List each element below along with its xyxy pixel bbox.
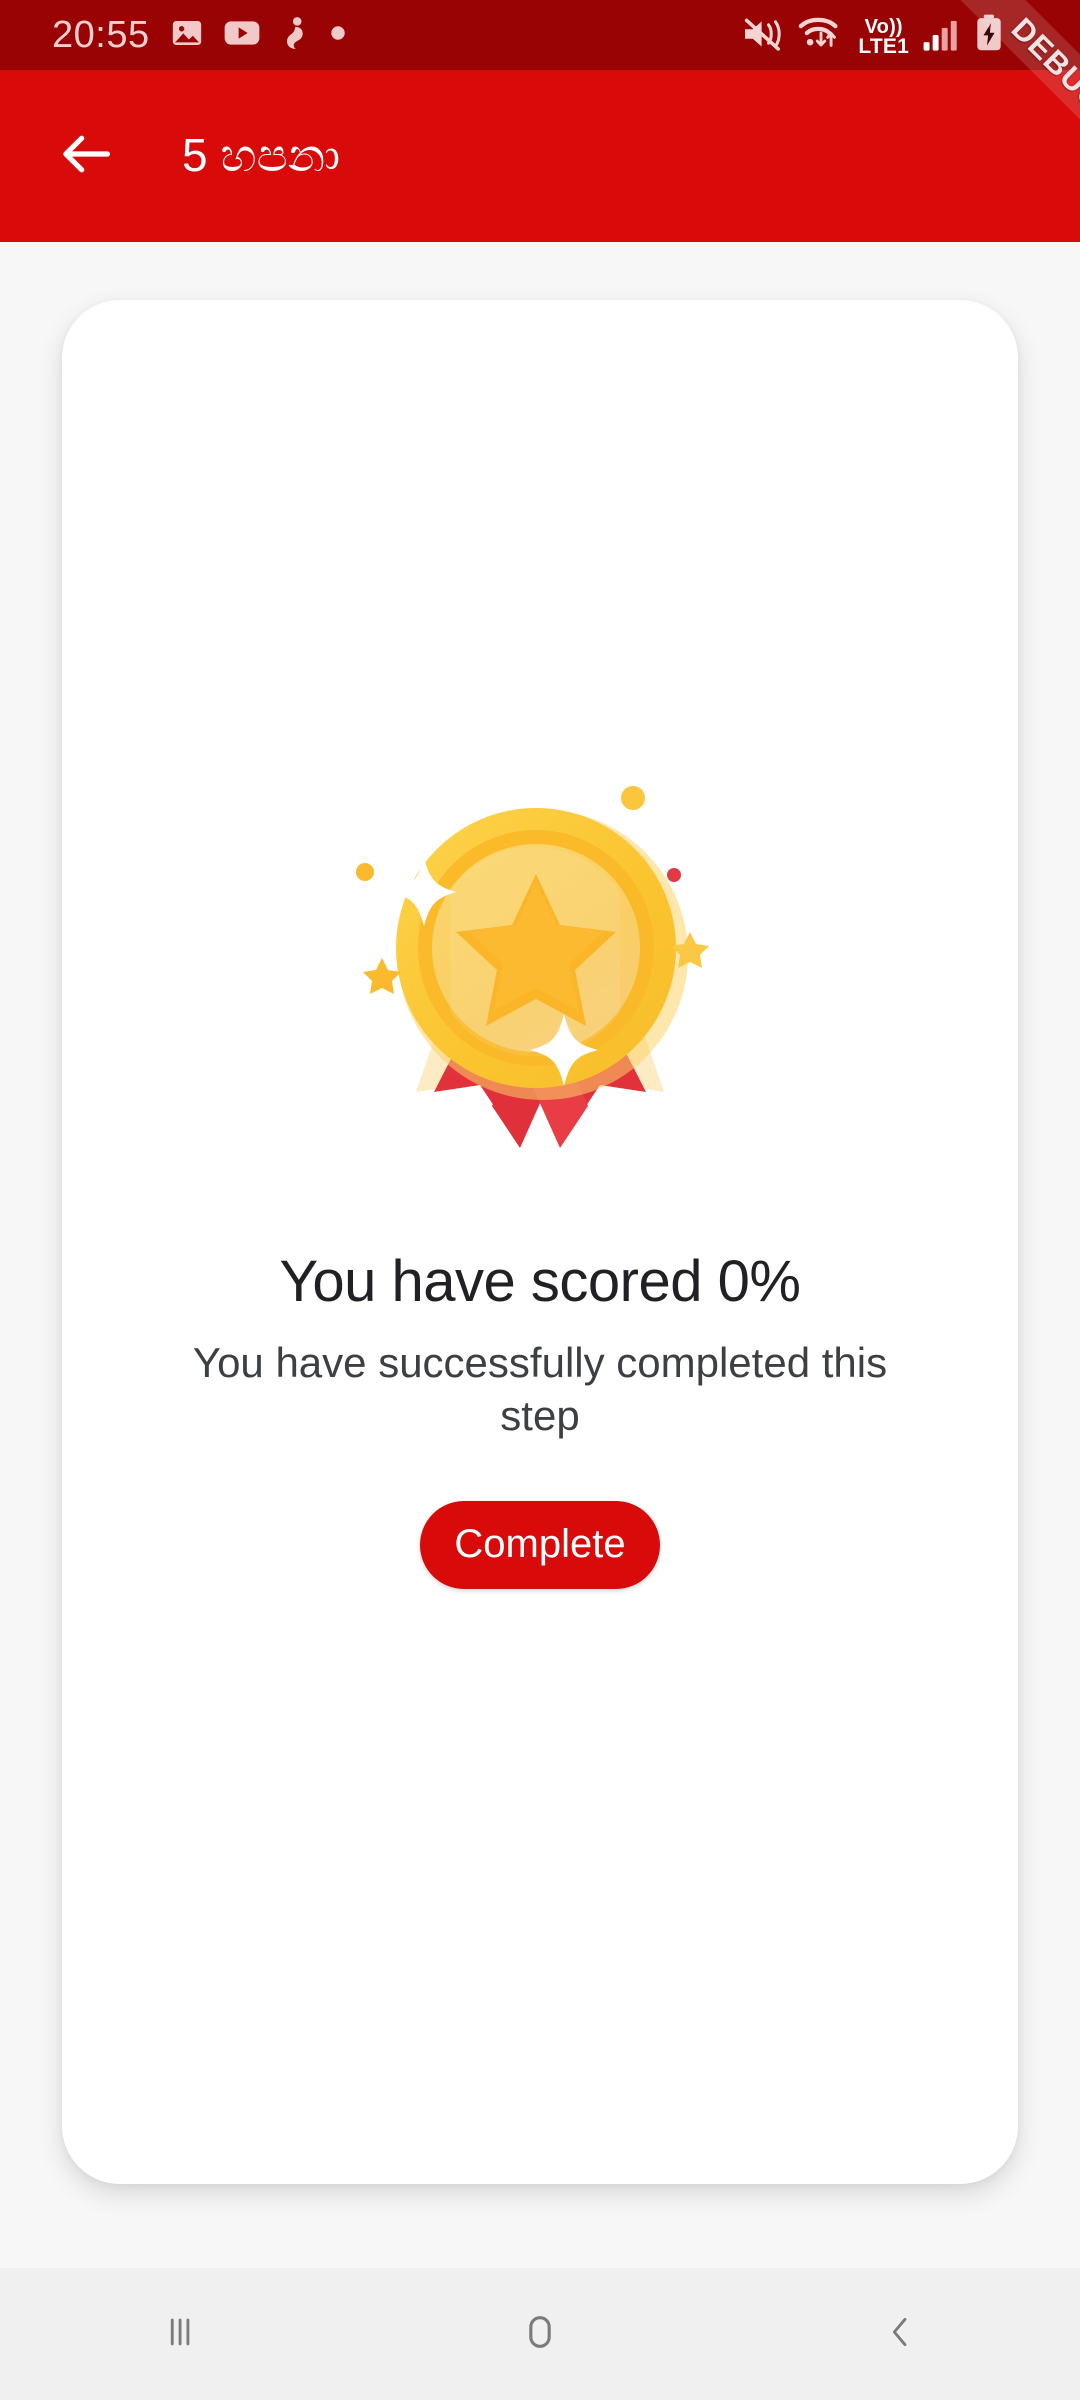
page-title: 5 හපනා — [182, 129, 341, 181]
status-bar-left-group: 20:55 — [52, 14, 346, 57]
volte-bottom-label: LTE1 — [858, 34, 909, 58]
status-bar: 20:55 Vo)) LTE1 — [0, 0, 1080, 70]
gallery-icon — [170, 16, 204, 55]
complete-button[interactable]: Complete — [420, 1500, 660, 1589]
nav-recents-button[interactable] — [0, 2268, 360, 2400]
result-card: You have scored 0% You have successfully… — [62, 300, 1018, 2184]
app-bar-back-button[interactable] — [44, 114, 128, 198]
more-notifications-dot-icon — [330, 25, 346, 46]
phone-screen: 20:55 Vo)) LTE1 DEBUG 5 හපනා You have sc… — [0, 0, 1080, 2400]
app-notification-icon — [280, 15, 310, 56]
status-bar-right-group: Vo)) LTE1 — [742, 14, 1058, 57]
recents-icon — [160, 2312, 200, 2357]
signal-bars-icon — [923, 18, 961, 57]
nav-home-button[interactable] — [360, 2268, 720, 2400]
wifi-icon — [798, 14, 844, 57]
status-bar-clock: 20:55 — [52, 13, 150, 56]
award-medal-illustration — [330, 762, 750, 1182]
app-bar: 5 හපනා — [0, 70, 1080, 242]
youtube-icon — [224, 18, 260, 53]
system-navigation-bar — [0, 2268, 1080, 2400]
mute-vibrate-icon — [742, 16, 784, 57]
score-heading: You have scored 0% — [279, 1249, 801, 1314]
arrow-left-icon — [56, 124, 116, 189]
nav-back-button[interactable] — [720, 2268, 1080, 2400]
home-icon — [518, 2310, 562, 2359]
chevron-left-icon — [880, 2312, 920, 2357]
battery-charging-icon — [975, 14, 1003, 57]
volte-indicator: Vo)) LTE1 — [858, 15, 909, 58]
score-subtitle: You have successfully completed this ste… — [192, 1339, 888, 1439]
volte-top-label: Vo)) — [864, 15, 903, 38]
